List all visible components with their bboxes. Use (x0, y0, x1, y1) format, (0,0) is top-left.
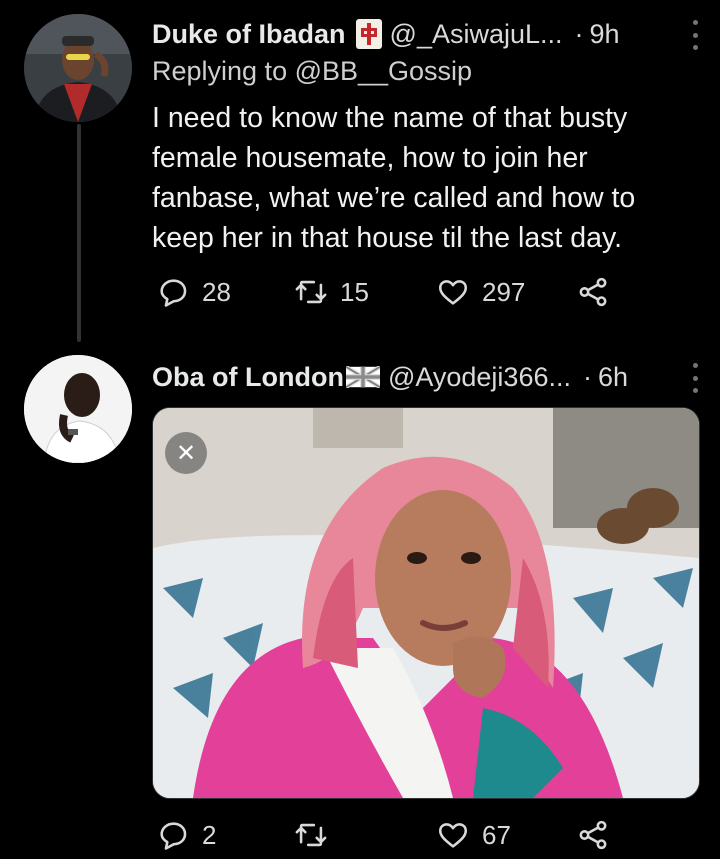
tweet-text: I need to know the name of that busty fe… (152, 102, 636, 254)
more-vertical-icon[interactable] (690, 363, 700, 393)
timestamp[interactable]: 9h (590, 19, 620, 50)
separator-dot: · (582, 361, 592, 392)
user-handle[interactable]: @_AsiwajuL... (390, 19, 563, 50)
separator-dot: · (574, 18, 584, 49)
retweet-icon (295, 823, 327, 847)
tweet-actions: 2 67 (152, 815, 652, 855)
retweet-button[interactable]: 15 (294, 272, 369, 312)
like-count: 297 (482, 276, 526, 307)
photo-image (153, 408, 699, 798)
reply-button[interactable]: 2 (156, 815, 216, 855)
tweet-actions: 28 15 297 (152, 272, 652, 312)
tweet-2[interactable]: Oba of London @Ayodeji366... · 6h ✕ 2 67 (0, 345, 720, 859)
speech-bubble-icon (160, 822, 187, 850)
display-name[interactable]: Oba of London (152, 362, 344, 393)
heart-icon (438, 280, 468, 305)
retweet-button[interactable] (294, 815, 340, 855)
retweet-count: 15 (340, 276, 369, 307)
reply-button[interactable]: 28 (156, 272, 231, 312)
tweet-header: Oba of London @Ayodeji366... · 6h (152, 357, 700, 397)
share-button[interactable] (576, 815, 622, 855)
share-button[interactable] (576, 272, 622, 312)
user-handle[interactable]: @Ayodeji366... (388, 362, 571, 393)
avatar[interactable] (24, 355, 132, 463)
like-count: 67 (482, 819, 511, 850)
replying-to[interactable]: Replying to @BB__Gossip (152, 56, 472, 87)
more-vertical-icon[interactable] (690, 20, 700, 50)
timestamp[interactable]: 6h (598, 362, 628, 393)
like-button[interactable]: 297 (436, 272, 525, 312)
reply-count: 2 (202, 819, 217, 850)
avatar[interactable] (24, 14, 132, 122)
like-button[interactable]: 67 (436, 815, 511, 855)
tweet-1[interactable]: Duke of Ibadan @_AsiwajuL... · 9h Replyi… (0, 0, 720, 345)
close-icon: ✕ (175, 439, 197, 467)
retweet-icon (295, 280, 327, 304)
share-icon (579, 820, 607, 850)
speech-bubble-icon (160, 279, 187, 307)
reply-count: 28 (202, 276, 231, 307)
tweet-photo[interactable]: ✕ (152, 407, 700, 799)
mahjong-badge-icon (355, 19, 382, 49)
uk-flag-icon (345, 366, 380, 388)
display-name[interactable]: Duke of Ibadan (152, 19, 346, 50)
share-icon (579, 277, 607, 307)
tweet-header: Duke of Ibadan @_AsiwajuL... · 9h (152, 14, 700, 54)
heart-icon (438, 823, 468, 848)
close-media-button[interactable]: ✕ (165, 432, 207, 474)
